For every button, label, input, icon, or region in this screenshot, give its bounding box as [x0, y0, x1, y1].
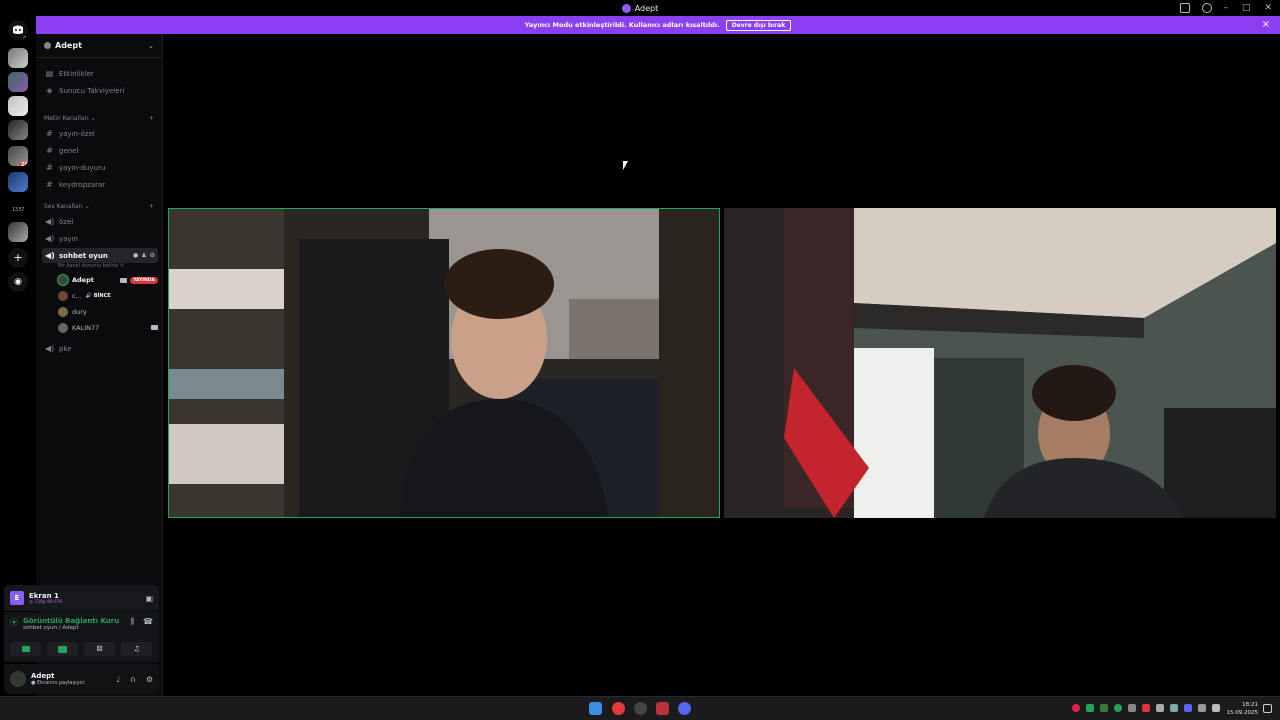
camera-button[interactable]: [10, 642, 41, 656]
help-icon[interactable]: [1202, 3, 1212, 13]
streamer-mode-banner: Yayıncı Modu etkinleştirildi. Kullanıcı …: [36, 16, 1280, 34]
user-name[interactable]: Adept: [31, 672, 85, 680]
window-title: Adept: [621, 3, 659, 13]
tray-app-icon[interactable]: [1100, 704, 1108, 712]
bottom-panel: E Ekran 1 ◎ 720p 60 FPS ▣ ⦿ Görüntülü Ba…: [4, 34, 159, 696]
camera-icon: [21, 646, 30, 652]
tray-app-icon[interactable]: [1142, 704, 1150, 712]
webcam-video: [169, 209, 719, 517]
tray-play-icon[interactable]: [1086, 704, 1094, 712]
soundboard-button[interactable]: ♫: [121, 642, 152, 656]
stream-quality: ◎ 720p 60 FPS: [29, 599, 63, 605]
disconnect-icon[interactable]: ☎: [143, 617, 153, 627]
network-icon[interactable]: [1198, 704, 1206, 712]
inbox-icon[interactable]: [1180, 3, 1190, 13]
recorder-icon[interactable]: [656, 702, 669, 715]
activities-button[interactable]: ⚄: [84, 642, 115, 656]
voice-connection-panel: ⦿ Görüntülü Bağlantı Kuru sohbet oyun / …: [4, 612, 159, 662]
microphone-icon[interactable]: ♩: [116, 675, 120, 684]
tray-app-icon[interactable]: [1128, 704, 1136, 712]
tray-app-icon[interactable]: [1170, 704, 1178, 712]
clock[interactable]: 18:21 15.09.2025: [1227, 701, 1259, 717]
screen-name: Ekran 1: [29, 591, 59, 600]
notifications-icon[interactable]: [1263, 704, 1272, 713]
steam-icon[interactable]: [634, 702, 647, 715]
user-status: ● Ekranını paylaşıyor: [31, 680, 85, 686]
signal-icon: ⦿: [10, 618, 18, 627]
discord-logo-icon: [621, 3, 631, 13]
screen-share-button[interactable]: [47, 642, 78, 656]
close-window-icon[interactable]: ✕: [1264, 3, 1272, 13]
headphones-icon[interactable]: ∩: [130, 675, 136, 684]
start-icon[interactable]: [589, 702, 602, 715]
volume-icon[interactable]: [1212, 704, 1220, 712]
screen-share-icon: [58, 645, 67, 653]
clock-time: 18:21: [1242, 702, 1258, 708]
connection-status[interactable]: Görüntülü Bağlantı Kuru: [23, 617, 119, 625]
noise-suppression-icon[interactable]: ⫼: [130, 617, 134, 627]
clock-date: 15.09.2025: [1226, 710, 1259, 716]
connection-channel[interactable]: sohbet oyun / Adept: [23, 625, 119, 631]
window-titlebar: Adept – □ ✕: [0, 0, 1280, 16]
webcam-video: [724, 208, 1276, 518]
tray-app-icon[interactable]: [1072, 704, 1080, 712]
discord-icon[interactable]: [678, 702, 691, 715]
video-tile-adept[interactable]: [168, 208, 720, 518]
taskbar: 18:21 15.09.2025: [0, 696, 1280, 720]
tray-app-icon[interactable]: [1156, 704, 1164, 712]
maximize-icon[interactable]: □: [1242, 3, 1251, 13]
banner-message: Yayıncı Modu etkinleştirildi. Kullanıcı …: [524, 21, 720, 29]
user-panel: Adept ● Ekranını paylaşıyor ♩ ∩ ⚙: [4, 664, 159, 694]
gear-icon[interactable]: ⚙: [146, 675, 153, 684]
window-title-text: Adept: [634, 3, 659, 13]
screen-share-panel[interactable]: E Ekran 1 ◎ 720p 60 FPS ▣: [4, 585, 159, 611]
opera-icon[interactable]: [612, 702, 625, 715]
disable-streamer-mode-button[interactable]: Devre dışı bırak: [725, 19, 792, 31]
tray-app-icon[interactable]: [1114, 704, 1122, 712]
tray-app-icon[interactable]: [1184, 704, 1192, 712]
system-tray: [1072, 704, 1220, 712]
mouse-cursor: [623, 161, 628, 170]
banner-close-icon[interactable]: ×: [1262, 19, 1270, 30]
soundboard-icon: ♫: [133, 645, 140, 653]
avatar[interactable]: [10, 671, 26, 687]
gamepad-icon: ⚄: [96, 645, 103, 653]
minimize-icon[interactable]: –: [1223, 3, 1228, 13]
screen-thumbnail: E: [10, 591, 24, 605]
video-tile-participant[interactable]: [724, 208, 1276, 518]
stop-stream-icon[interactable]: ▣: [145, 594, 153, 603]
